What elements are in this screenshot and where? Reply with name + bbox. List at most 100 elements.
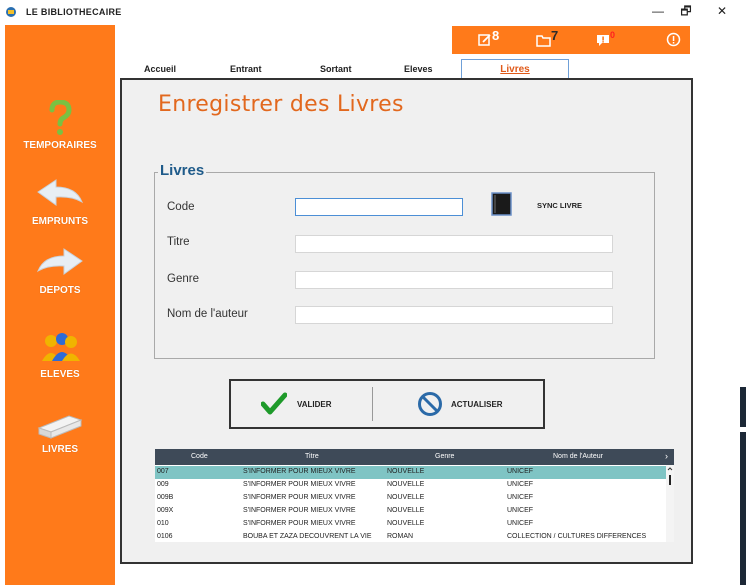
close-button[interactable]: ✕	[712, 3, 732, 19]
livres-panel: Enregistrer des Livres Livres Code SYNC …	[120, 78, 693, 564]
scroll-up-icon[interactable]	[666, 465, 674, 473]
question-icon	[49, 100, 72, 135]
column-header-auteur[interactable]: Nom de l'Auteur	[553, 453, 603, 460]
code-label: Code	[167, 201, 195, 213]
edit-icon	[478, 34, 491, 46]
table-row[interactable]: 009 S'INFORMER POUR MIEUX VIVRE NOUVELLE…	[155, 479, 666, 492]
table-row[interactable]: 007 S'INFORMER POUR MIEUX VIVRE NOUVELLE…	[155, 466, 666, 479]
sidebar-item-label: DEPOTS	[39, 285, 81, 296]
top-toolbar: 8 7 0	[452, 26, 690, 54]
groupbox-legend: Livres	[158, 162, 207, 179]
cell-code: 009X	[157, 507, 174, 514]
valider-button[interactable]: VALIDER	[241, 381, 369, 427]
sidebar-item-label: ELEVES	[40, 369, 80, 380]
info-button[interactable]	[666, 31, 682, 49]
cell-titre: BOUBA ET ZAZA DECOUVRENT LA VIE	[243, 533, 372, 540]
cell-titre: S'INFORMER POUR MIEUX VIVRE	[243, 481, 356, 488]
app-window: LE BIBLIOTHECAIRE — 🗗 ✕ TEMPORAIRES EMPR…	[0, 0, 746, 585]
cell-titre: S'INFORMER POUR MIEUX VIVRE	[243, 494, 356, 501]
cell-auteur: UNICEF	[507, 481, 534, 488]
cell-code: 010	[157, 520, 169, 527]
tab-sortant[interactable]: Sortant	[320, 64, 352, 74]
sync-livre-button[interactable]: SYNC LIVRE	[537, 201, 582, 210]
sidebar-item-eleves[interactable]: ELEVES	[5, 331, 115, 380]
sidebar-item-emprunts[interactable]: EMPRUNTS	[5, 178, 115, 227]
sync-book-icon[interactable]	[491, 192, 513, 216]
sidebar-item-livres[interactable]: LIVRES	[5, 410, 115, 455]
scroll-thumb[interactable]	[669, 475, 671, 485]
cell-auteur: UNICEF	[507, 520, 534, 527]
cell-genre: NOUVELLE	[387, 468, 425, 475]
sidebar-item-temporaires[interactable]: TEMPORAIRES	[5, 100, 115, 151]
table-row[interactable]: 010 S'INFORMER POUR MIEUX VIVRE NOUVELLE…	[155, 518, 666, 531]
tab-bar: Accueil Entrant Sortant Eleves Livres	[118, 59, 693, 80]
edit-count: 8	[492, 28, 500, 43]
column-header-genre[interactable]: Genre	[435, 453, 454, 460]
alert-count: 0	[610, 30, 616, 40]
table-row[interactable]: 009X S'INFORMER POUR MIEUX VIVRE NOUVELL…	[155, 505, 666, 518]
titre-label: Titre	[167, 236, 190, 248]
cell-titre: S'INFORMER POUR MIEUX VIVRE	[243, 520, 356, 527]
folder-button[interactable]: 7	[536, 28, 562, 49]
cell-genre: NOUVELLE	[387, 507, 425, 514]
folder-icon	[536, 35, 551, 47]
tab-entrant[interactable]: Entrant	[230, 64, 262, 74]
auteur-label: Nom de l'auteur	[167, 308, 248, 320]
tab-livres[interactable]: Livres	[461, 59, 569, 80]
checkmark-icon	[261, 392, 287, 415]
folder-count: 7	[551, 28, 559, 43]
users-icon	[42, 333, 80, 361]
page-title: Enregistrer des Livres	[158, 92, 404, 117]
info-icon	[666, 32, 681, 47]
cell-code: 009	[157, 481, 169, 488]
genre-input[interactable]	[295, 271, 613, 289]
scroll-right-icon[interactable]: ›	[665, 451, 668, 461]
cell-code: 007	[157, 468, 169, 475]
tab-accueil[interactable]: Accueil	[144, 64, 176, 74]
vertical-scrollbar[interactable]	[666, 465, 674, 542]
column-header-code[interactable]: Code	[191, 453, 208, 460]
cell-genre: NOUVELLE	[387, 481, 425, 488]
column-header-titre[interactable]: Titre	[305, 453, 319, 460]
sidebar-item-depots[interactable]: DEPOTS	[5, 247, 115, 296]
background-window-edge	[740, 387, 746, 427]
title-bar: LE BIBLIOTHECAIRE — 🗗 ✕	[0, 0, 746, 24]
cell-auteur: UNICEF	[507, 507, 534, 514]
actualiser-button[interactable]: ACTUALISER	[381, 381, 531, 427]
maximize-button[interactable]: 🗗	[676, 3, 696, 19]
table-row[interactable]: 0106 BOUBA ET ZAZA DECOUVRENT LA VIE ROM…	[155, 531, 666, 542]
cell-titre: S'INFORMER POUR MIEUX VIVRE	[243, 507, 356, 514]
tab-livres-label: Livres	[500, 64, 530, 75]
table-row[interactable]: 009B S'INFORMER POUR MIEUX VIVRE NOUVELL…	[155, 492, 666, 505]
tab-eleves[interactable]: Eleves	[404, 64, 433, 74]
cell-auteur: UNICEF	[507, 494, 534, 501]
cell-code: 009B	[157, 494, 174, 501]
cell-genre: NOUVELLE	[387, 520, 425, 527]
sidebar-item-label: EMPRUNTS	[31, 216, 89, 227]
cell-titre: S'INFORMER POUR MIEUX VIVRE	[243, 468, 356, 475]
livres-table[interactable]: Code Titre Genre Nom de l'Auteur › 007 S…	[155, 449, 674, 542]
cell-genre: NOUVELLE	[387, 494, 425, 501]
actualiser-label: ACTUALISER	[451, 400, 503, 409]
arrow-right-icon	[36, 248, 83, 275]
minimize-button[interactable]: —	[648, 3, 668, 19]
cell-genre: ROMAN	[387, 533, 414, 540]
auteur-input[interactable]	[295, 306, 613, 324]
table-header: Code Titre Genre Nom de l'Auteur ›	[155, 449, 674, 465]
arrow-left-icon	[37, 179, 84, 206]
edit-button[interactable]: 8	[478, 28, 504, 49]
valider-label: VALIDER	[297, 400, 332, 409]
no-entry-icon	[418, 392, 442, 416]
livres-groupbox: Livres Code SYNC LIVRE Titre Genre Nom d…	[154, 162, 655, 359]
background-window-edge	[740, 432, 746, 585]
cell-code: 0106	[157, 533, 173, 540]
cell-auteur: COLLECTION / CULTURES DIFFERENCES	[507, 533, 647, 540]
sidebar-item-label: LIVRES	[41, 444, 79, 455]
actions-box: VALIDER ACTUALISER	[229, 379, 545, 429]
actions-divider	[372, 387, 373, 421]
code-input[interactable]	[295, 198, 463, 216]
sidebar-item-label: TEMPORAIRES	[23, 140, 97, 151]
alert-button[interactable]: 0	[596, 30, 622, 49]
sidebar: TEMPORAIRES EMPRUNTS DEPOTS ELEVES LIVRE…	[5, 25, 115, 585]
titre-input[interactable]	[295, 235, 613, 253]
